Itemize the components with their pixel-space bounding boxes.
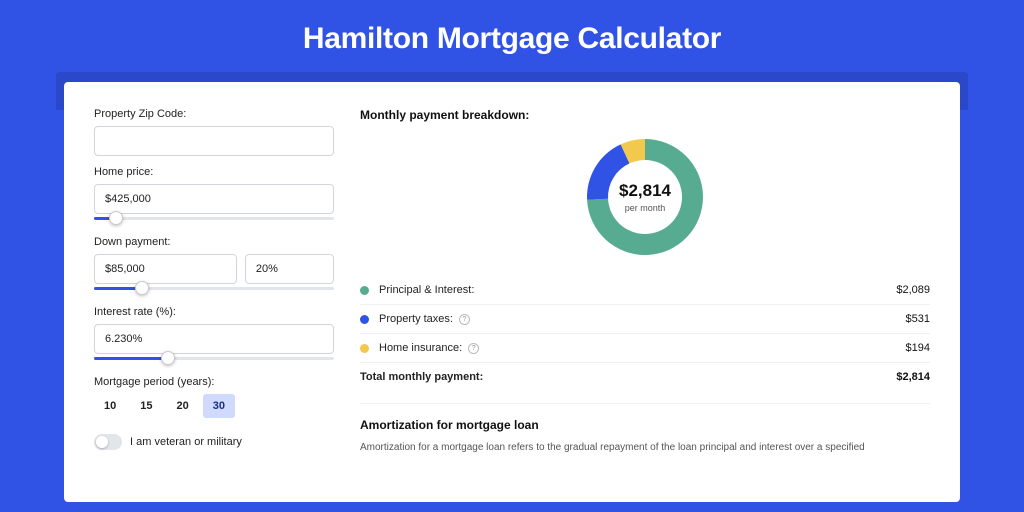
legend-row-insurance: Home insurance:? $194 [360, 334, 930, 363]
interest-rate-field: Interest rate (%): [94, 306, 334, 366]
veteran-toggle[interactable] [94, 434, 122, 450]
legend-dot-icon [360, 286, 369, 295]
period-tab-10[interactable]: 10 [94, 394, 126, 418]
donut-amount: $2,814 [619, 181, 671, 201]
legend-value: $531 [906, 313, 930, 325]
info-icon[interactable]: ? [459, 314, 470, 325]
veteran-row: I am veteran or military [94, 434, 334, 450]
zip-field: Property Zip Code: [94, 108, 334, 156]
down-payment-label: Down payment: [94, 236, 334, 248]
calculator-card: Property Zip Code: Home price: Down paym… [64, 82, 960, 502]
breakdown-title: Monthly payment breakdown: [360, 108, 930, 122]
legend-row-taxes: Property taxes:? $531 [360, 305, 930, 334]
down-payment-percent-input[interactable] [245, 254, 334, 284]
interest-rate-input[interactable] [94, 324, 334, 354]
donut-frequency: per month [625, 203, 666, 213]
legend-dot-icon [360, 344, 369, 353]
period-tab-15[interactable]: 15 [130, 394, 162, 418]
page-title: Hamilton Mortgage Calculator [0, 22, 1024, 56]
legend-value: $2,089 [896, 284, 930, 296]
interest-rate-slider[interactable] [94, 352, 334, 366]
total-label: Total monthly payment: [360, 371, 483, 383]
legend-dot-icon [360, 315, 369, 324]
input-column: Property Zip Code: Home price: Down paym… [94, 108, 334, 476]
total-value: $2,814 [896, 371, 930, 383]
interest-rate-label: Interest rate (%): [94, 306, 334, 318]
home-price-label: Home price: [94, 166, 334, 178]
legend-name: Home insurance: [379, 342, 462, 354]
period-tab-30[interactable]: 30 [203, 394, 235, 418]
legend-name: Property taxes: [379, 313, 453, 325]
legend-row-principal: Principal & Interest: $2,089 [360, 276, 930, 305]
down-payment-field: Down payment: [94, 236, 334, 296]
total-row: Total monthly payment: $2,814 [360, 363, 930, 391]
amortization-title: Amortization for mortgage loan [360, 418, 930, 432]
home-price-field: Home price: [94, 166, 334, 226]
zip-label: Property Zip Code: [94, 108, 334, 120]
breakdown-legend: Principal & Interest: $2,089 Property taxe… [360, 276, 930, 363]
period-label: Mortgage period (years): [94, 376, 334, 388]
down-payment-amount-input[interactable] [94, 254, 237, 284]
amortization-section: Amortization for mortgage loan Amortizat… [360, 403, 930, 455]
home-price-slider[interactable] [94, 212, 334, 226]
period-tab-20[interactable]: 20 [167, 394, 199, 418]
veteran-label: I am veteran or military [130, 436, 242, 448]
period-tabs: 10152030 [94, 394, 334, 418]
down-payment-slider[interactable] [94, 282, 334, 296]
donut-chart: $2,814 per month [584, 136, 706, 258]
legend-name: Principal & Interest: [379, 284, 474, 296]
breakdown-column: Monthly payment breakdown: $2,814 per mo… [360, 108, 930, 476]
period-field: Mortgage period (years): 10152030 [94, 376, 334, 418]
amortization-text: Amortization for a mortgage loan refers … [360, 440, 930, 455]
zip-input[interactable] [94, 126, 334, 156]
home-price-input[interactable] [94, 184, 334, 214]
info-icon[interactable]: ? [468, 343, 479, 354]
legend-value: $194 [906, 342, 930, 354]
